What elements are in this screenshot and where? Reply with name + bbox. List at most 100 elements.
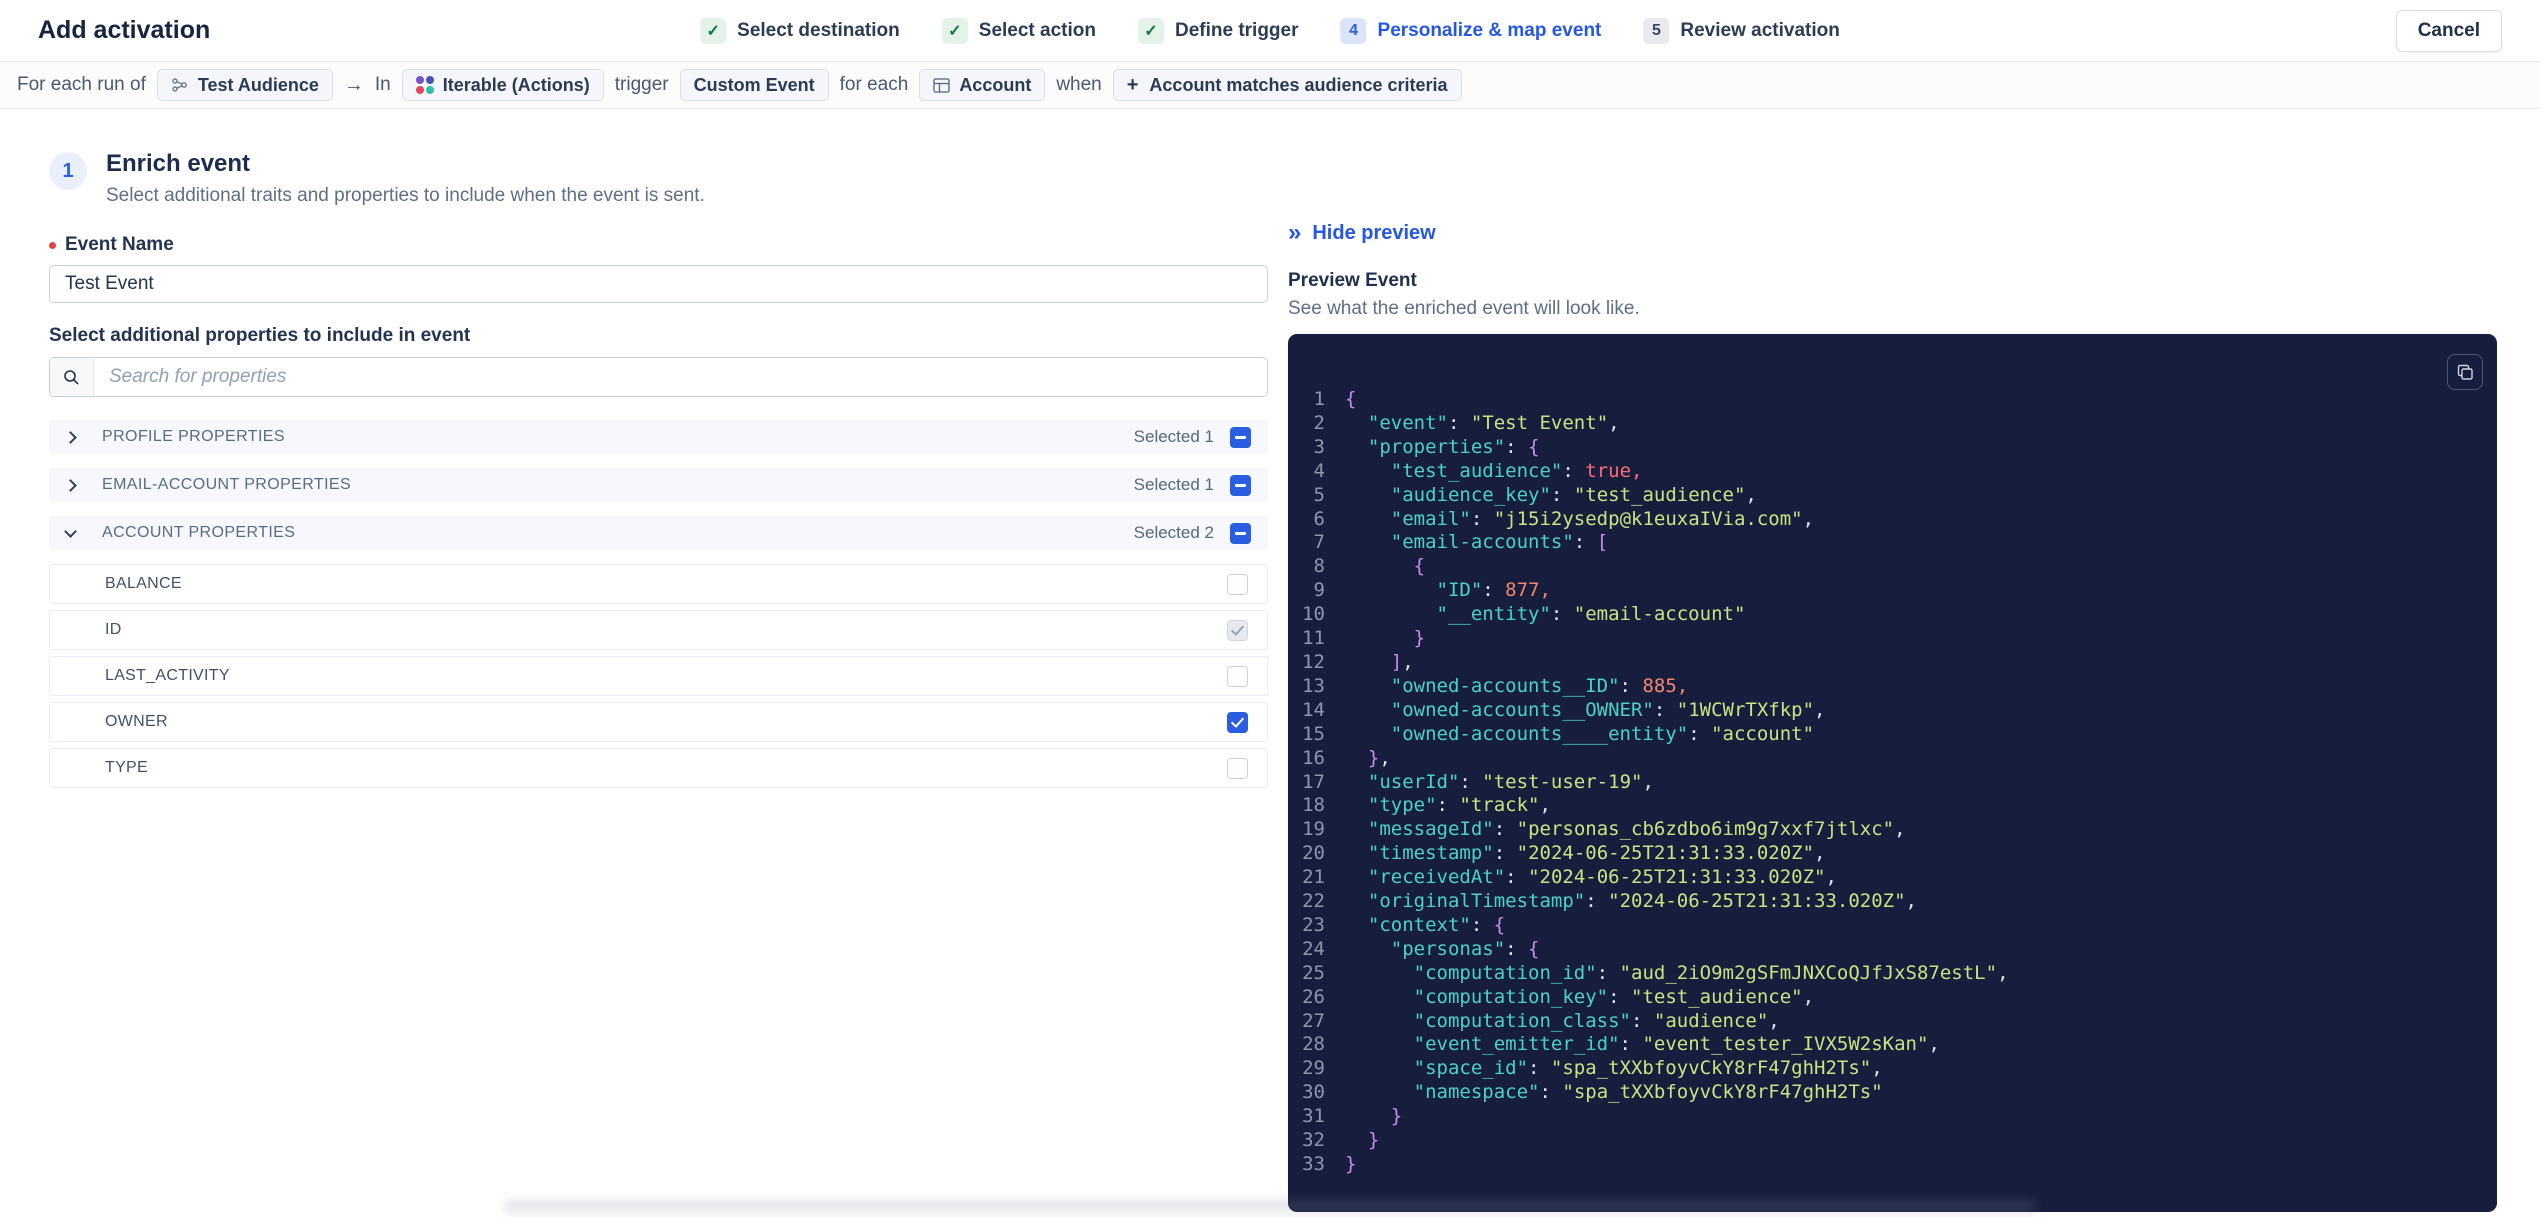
trigger-chip-label: Custom Event bbox=[693, 74, 815, 95]
code-line: 3 "properties": { bbox=[1288, 436, 2497, 460]
code-line: 32 } bbox=[1288, 1129, 2497, 1153]
code-line: 12 ], bbox=[1288, 651, 2497, 675]
main-content: 1 Enrich event Select additional traits … bbox=[0, 109, 2540, 1212]
code-content: 1{2 "event": "Test Event", 3 "properties"… bbox=[1288, 334, 2497, 1177]
line-number: 19 bbox=[1302, 818, 1325, 841]
enrich-step-header: 1 Enrich event Select additional traits … bbox=[49, 150, 1268, 207]
step-label: Select action bbox=[978, 19, 1096, 41]
checkbox-type[interactable] bbox=[1227, 757, 1248, 779]
step-select-action[interactable]: ✓ Select action bbox=[941, 17, 1096, 44]
checkbox-owner[interactable] bbox=[1227, 711, 1248, 733]
code-line: 21 "receivedAt": "2024-06-25T21:31:33.02… bbox=[1288, 866, 2497, 890]
code-line: 33} bbox=[1288, 1153, 2497, 1177]
checkbox-last-activity[interactable] bbox=[1227, 665, 1248, 687]
code-line: 7 "email-accounts": [ bbox=[1288, 531, 2497, 555]
event-name-label: Event Name bbox=[49, 234, 1268, 256]
account-chip[interactable]: Account bbox=[919, 69, 1046, 101]
line-number: 10 bbox=[1302, 603, 1325, 626]
code-line: 13 "owned-accounts__ID": 885, bbox=[1288, 675, 2497, 699]
preview-panel: » Hide preview Preview Event See what th… bbox=[1288, 109, 2497, 1212]
line-number: 8 bbox=[1313, 555, 1325, 578]
hide-preview-link[interactable]: » Hide preview bbox=[1288, 221, 1436, 245]
group-row-profile-properties[interactable]: PROFILE PROPERTIES Selected 1 bbox=[49, 420, 1268, 454]
line-number: 26 bbox=[1302, 985, 1325, 1008]
cancel-button[interactable]: Cancel bbox=[2395, 9, 2502, 52]
code-line: 26 "computation_key": "test_audience", bbox=[1288, 986, 2497, 1010]
code-line: 19 "messageId": "personas_cb6zdbo6im9g7x… bbox=[1288, 818, 2497, 842]
check-icon: ✓ bbox=[700, 17, 727, 44]
group-row-account-properties[interactable]: ACCOUNT PROPERTIES Selected 2 bbox=[49, 516, 1268, 550]
property-row-owner: OWNER bbox=[49, 702, 1268, 742]
code-block: 1{2 "event": "Test Event", 3 "properties"… bbox=[1288, 334, 2497, 1212]
step-label: Personalize & map event bbox=[1377, 19, 1602, 41]
line-number: 27 bbox=[1302, 1009, 1325, 1032]
group-checkbox-indeterminate[interactable] bbox=[1230, 474, 1251, 496]
property-label: LAST_ACTIVITY bbox=[105, 667, 230, 684]
double-chevron-right-icon: » bbox=[1288, 219, 1302, 246]
code-line: 2 "event": "Test Event", bbox=[1288, 412, 2497, 436]
search-input[interactable] bbox=[94, 358, 1267, 396]
properties-search bbox=[49, 357, 1268, 397]
line-number: 32 bbox=[1302, 1129, 1325, 1152]
line-number: 23 bbox=[1302, 913, 1325, 936]
property-row-type: TYPE bbox=[49, 748, 1268, 788]
line-number: 11 bbox=[1302, 627, 1325, 650]
context-text-in: In bbox=[374, 74, 391, 95]
page-title: Add activation bbox=[38, 16, 211, 44]
destination-chip-label: Iterable (Actions) bbox=[442, 74, 590, 95]
step-personalize-map-event[interactable]: 4 Personalize & map event bbox=[1340, 17, 1602, 44]
arrow-right-icon: → bbox=[343, 73, 364, 96]
checkbox-id[interactable] bbox=[1227, 619, 1248, 641]
code-line: 4 "test_audience": true, bbox=[1288, 460, 2497, 484]
code-line: 30 "namespace": "spa_tXXbfoyvCkY8rF47ghH… bbox=[1288, 1081, 2497, 1105]
context-text-for-each-run-of: For each run of bbox=[17, 74, 146, 95]
iterable-icon bbox=[415, 76, 434, 94]
chevron-down-icon bbox=[64, 525, 77, 538]
line-number: 14 bbox=[1302, 698, 1325, 721]
property-row-balance: BALANCE bbox=[49, 564, 1268, 604]
code-line: 5 "audience_key": "test_audience", bbox=[1288, 484, 2497, 508]
group-checkbox-indeterminate[interactable] bbox=[1230, 426, 1251, 448]
code-line: 15 "owned-accounts____entity": "account" bbox=[1288, 723, 2497, 747]
audience-chip-label: Test Audience bbox=[197, 74, 319, 95]
line-number: 1 bbox=[1313, 388, 1325, 410]
audience-chip[interactable]: Test Audience bbox=[156, 69, 333, 101]
search-icon-cell bbox=[50, 358, 94, 396]
checkbox-balance[interactable] bbox=[1227, 573, 1248, 595]
line-number: 16 bbox=[1302, 746, 1325, 769]
trigger-chip[interactable]: Custom Event bbox=[679, 69, 829, 101]
destination-chip[interactable]: Iterable (Actions) bbox=[401, 69, 604, 101]
hide-preview-label: Hide preview bbox=[1312, 221, 1436, 244]
chevron-right-icon bbox=[64, 479, 77, 492]
account-chip-label: Account bbox=[959, 74, 1032, 95]
line-number: 5 bbox=[1313, 483, 1325, 506]
stepper: ✓ Select destination ✓ Select action ✓ D… bbox=[700, 0, 1840, 61]
required-dot-icon bbox=[49, 241, 56, 249]
audience-icon bbox=[172, 78, 187, 92]
step-number-badge: 5 bbox=[1643, 17, 1670, 44]
group-row-email-account-properties[interactable]: EMAIL-ACCOUNT PROPERTIES Selected 1 bbox=[49, 468, 1268, 502]
check-icon: ✓ bbox=[941, 17, 968, 44]
step-review-activation[interactable]: 5 Review activation bbox=[1643, 17, 1840, 44]
code-line: 24 "personas": { bbox=[1288, 938, 2497, 962]
step-define-trigger[interactable]: ✓ Define trigger bbox=[1137, 17, 1299, 44]
line-number: 31 bbox=[1302, 1105, 1325, 1128]
code-line: 16 }, bbox=[1288, 747, 2497, 771]
line-number: 2 bbox=[1313, 411, 1325, 434]
group-checkbox-indeterminate[interactable] bbox=[1230, 522, 1251, 544]
line-number: 13 bbox=[1302, 674, 1325, 697]
property-row-last-activity: LAST_ACTIVITY bbox=[49, 656, 1268, 696]
step-select-destination[interactable]: ✓ Select destination bbox=[700, 17, 900, 44]
preview-subtitle: See what the enriched event will look li… bbox=[1288, 298, 1640, 319]
line-number: 29 bbox=[1302, 1057, 1325, 1080]
copy-button[interactable] bbox=[2447, 354, 2483, 390]
line-number: 25 bbox=[1302, 961, 1325, 984]
line-number: 30 bbox=[1302, 1081, 1325, 1104]
line-number: 12 bbox=[1302, 650, 1325, 673]
line-number: 20 bbox=[1302, 842, 1325, 865]
criteria-chip[interactable]: + Account matches audience criteria bbox=[1112, 69, 1462, 101]
event-name-input[interactable] bbox=[49, 265, 1268, 303]
line-number: 15 bbox=[1302, 722, 1325, 745]
code-line: 27 "computation_class": "audience", bbox=[1288, 1010, 2497, 1034]
line-number: 18 bbox=[1302, 794, 1325, 817]
